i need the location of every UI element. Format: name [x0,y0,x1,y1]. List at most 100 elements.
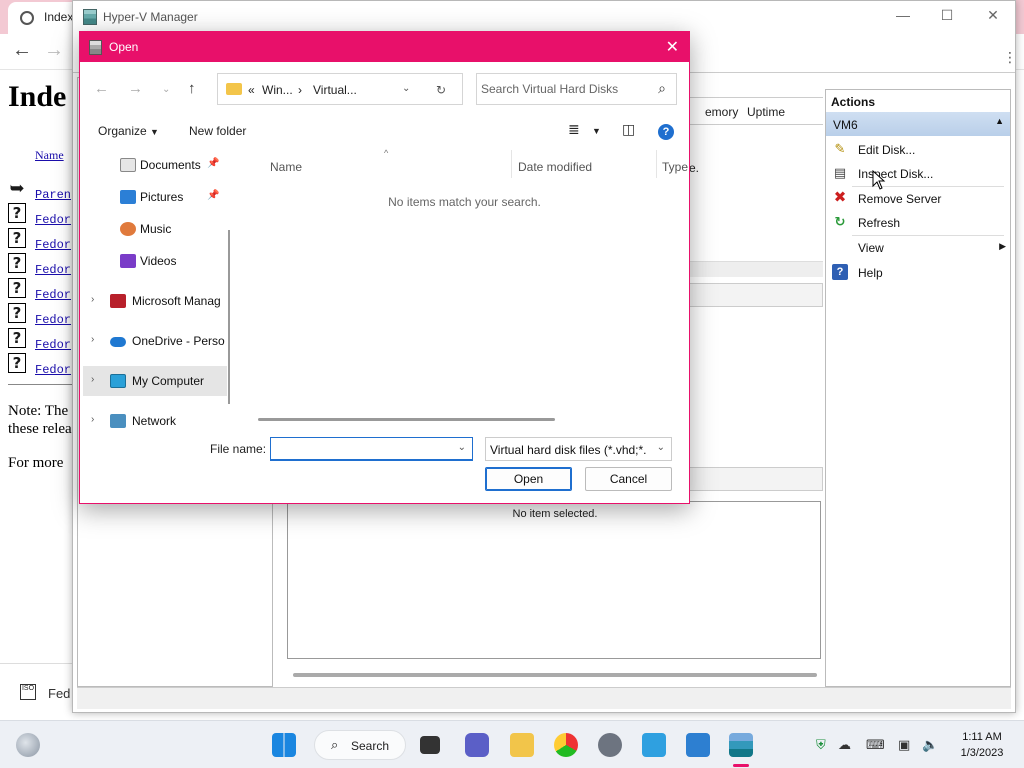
settings-gear-icon[interactable] [598,733,622,757]
back-arrow-icon: ➥ [9,178,25,199]
keyboard-icon[interactable]: ⌨ [866,737,885,753]
app-icon[interactable] [642,733,666,757]
onedrive-cloud-icon[interactable]: ☁ [838,737,851,753]
nav-item-network[interactable]: › Network [83,406,227,430]
nav-item-videos[interactable]: Videos [83,246,227,276]
nav-item-onedrive[interactable]: › OneDrive - Perso [83,326,227,356]
horizontal-scrollbar[interactable] [293,673,817,677]
breadcrumb-windows[interactable]: Win... [262,83,293,97]
hyperv-title-bar[interactable]: Hyper-V Manager — ☐ ✕ [73,1,1015,33]
dialog-title-bar[interactable]: Open ✕ [80,32,689,62]
hyperv-manager-taskbar-icon[interactable] [729,733,753,757]
empty-state-text: No items match your search. [388,195,541,209]
name-column-link[interactable]: Name [35,148,64,163]
nav-item-documents[interactable]: Documents 📌 [83,150,227,180]
chevron-down-icon[interactable]: ⌄ [402,83,410,94]
up-arrow-icon[interactable]: ↑ [188,80,196,97]
chevron-down-icon[interactable]: ⌄ [458,442,466,453]
cloud-icon [110,337,126,347]
chevron-down-icon[interactable]: ⌄ [657,442,665,453]
new-folder-button[interactable]: New folder [189,124,246,138]
more-options-icon[interactable]: ⋮ [1003,49,1017,66]
nav-item-music[interactable]: Music [83,214,227,244]
breadcrumb-overflow[interactable]: « [248,83,255,97]
action-refresh[interactable]: ↻ Refresh [826,211,1010,235]
list-link[interactable]: Fedor [35,288,71,302]
file-list-scrollbar[interactable] [258,418,555,421]
remote-desktop-icon[interactable] [686,733,710,757]
action-remove-server[interactable]: ✖ Remove Server [826,187,1010,211]
start-icon[interactable] [272,733,296,757]
list-link[interactable]: Fedor [35,363,71,377]
iso-file-icon: ISO [20,684,36,700]
back-arrow-icon[interactable]: ← [94,80,109,97]
preview-pane-icon[interactable]: ◫ [622,121,635,138]
list-link[interactable]: Fedor [35,313,71,327]
organize-menu[interactable]: Organize ▼ [98,124,159,138]
nav-item-pictures[interactable]: Pictures 📌 [83,182,227,212]
back-arrow-icon[interactable]: ← [12,39,32,62]
chevron-down-icon[interactable]: ▼ [592,126,601,136]
nav-item-my-computer[interactable]: › My Computer [83,366,227,396]
memory-column-header[interactable]: emory [705,105,738,119]
nav-scrollbar[interactable] [228,230,230,404]
close-icon[interactable]: ✕ [666,37,679,57]
maximize-icon[interactable]: ☐ [937,7,957,24]
action-inspect-disk[interactable]: ▤ Inspect Disk... [826,162,1010,186]
chevron-right-icon[interactable]: › [91,374,94,385]
list-link[interactable]: Fedor [35,338,71,352]
teams-chat-icon[interactable] [465,733,489,757]
file-type-select[interactable]: Virtual hard disk files (*.vhd;*. ⌄ [485,437,672,461]
widgets-icon[interactable] [16,733,40,757]
breadcrumb-virtual[interactable]: Virtual... [313,83,357,97]
search-input[interactable] [481,79,649,99]
system-clock[interactable]: 1:11 AM 1/3/2023 [955,729,1009,761]
collapse-up-icon[interactable]: ▲ [995,116,1004,126]
taskbar-search[interactable]: ⌕ Search [314,730,406,760]
security-shield-icon[interactable]: ⛨ [816,737,826,753]
name-column-header[interactable]: Name [270,160,302,174]
list-link[interactable]: Fedor [35,238,71,252]
column-divider[interactable] [511,150,512,178]
download-item-label[interactable]: Fed [48,686,70,701]
refresh-icon[interactable]: ↻ [436,83,446,97]
download-bar: ISO Fed [0,663,80,720]
action-edit-disk[interactable]: ✎ Edit Disk... [826,138,1010,162]
view-options-icon[interactable]: ≣ [568,121,580,138]
date-modified-column-header[interactable]: Date modified [518,160,592,174]
type-column-header[interactable]: Type [662,160,688,174]
chevron-right-icon[interactable]: › [91,294,94,305]
nav-item-microsoft-manag[interactable]: › Microsoft Manag [83,286,227,316]
file-name-combobox[interactable]: ⌄ [270,437,473,461]
address-bar[interactable]: « Win... › Virtual... ⌄ ↻ [217,73,463,105]
unknown-file-icon: ? [8,228,26,248]
list-link[interactable]: Fedor [35,263,71,277]
list-link[interactable]: Fedor [35,213,71,227]
page-title: Inde [8,80,67,113]
help-icon[interactable]: ? [658,124,674,140]
action-view[interactable]: View ▶ [826,236,1010,260]
uptime-column-header[interactable]: Uptime [747,105,785,119]
chevron-right-icon[interactable]: › [91,414,94,425]
minimize-icon[interactable]: — [893,7,913,23]
cancel-button[interactable]: Cancel [585,467,672,491]
actions-group-vm6[interactable]: VM6 ▲ [826,112,1010,136]
network-monitor-icon[interactable]: ▣ [898,737,910,753]
chevron-right-icon[interactable]: › [91,334,94,345]
task-view-icon[interactable] [420,736,440,754]
unknown-file-icon: ? [8,353,26,373]
forward-arrow-icon[interactable]: → [44,39,64,62]
open-button[interactable]: Open [485,467,572,491]
chrome-icon[interactable] [554,733,578,757]
action-label: Remove Server [858,192,942,206]
close-icon[interactable]: ✕ [983,7,1003,24]
search-box[interactable]: ⌕ [476,73,677,105]
volume-icon[interactable]: 🔈 [922,737,938,753]
file-explorer-icon[interactable] [510,733,534,757]
file-name-input[interactable] [275,441,451,457]
action-help[interactable]: ? Help [826,261,1010,285]
list-link[interactable]: Paren [35,188,71,202]
recent-locations-icon[interactable]: ⌄ [162,84,170,95]
forward-arrow-icon[interactable]: → [128,80,143,97]
column-divider[interactable] [656,150,657,178]
